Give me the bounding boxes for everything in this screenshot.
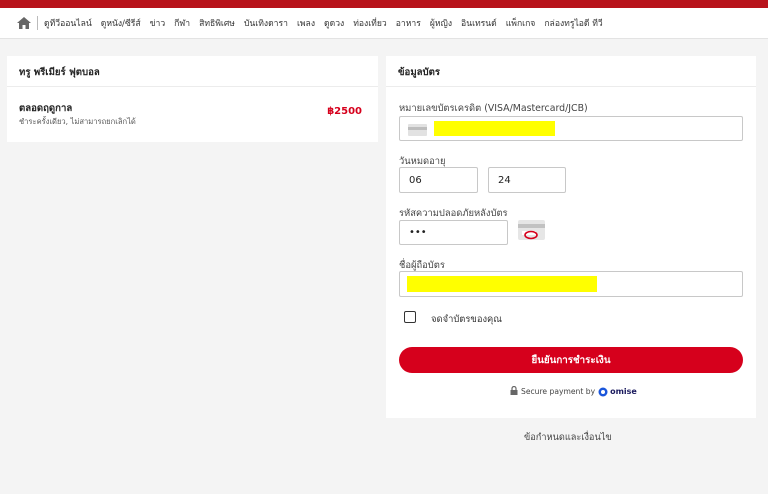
holder-field[interactable] bbox=[399, 271, 743, 297]
terms-link[interactable]: ข้อกำหนดและเงื่อนไข bbox=[524, 430, 612, 445]
nav-separator bbox=[37, 16, 38, 30]
nav-item-news[interactable]: ข่าว bbox=[150, 16, 166, 30]
secure-payment-text: Secure payment by bbox=[521, 387, 596, 396]
divider bbox=[7, 86, 378, 87]
cvv-field[interactable] bbox=[399, 220, 508, 245]
expiry-year-field[interactable] bbox=[488, 167, 566, 193]
nav-item-tv-online[interactable]: ดูทีวีออนไลน์ bbox=[44, 16, 92, 30]
expiry-month-field[interactable] bbox=[399, 167, 478, 193]
nav-item-intrend[interactable]: อินเทรนด์ bbox=[461, 16, 497, 30]
cvv-input[interactable] bbox=[409, 221, 495, 244]
home-icon[interactable] bbox=[17, 17, 31, 30]
card-back-cvv-icon bbox=[518, 220, 545, 242]
omise-icon bbox=[598, 387, 608, 396]
expiry-year-input[interactable] bbox=[498, 168, 559, 192]
plan-price: ฿2500 bbox=[327, 106, 362, 117]
nav-item-package[interactable]: แพ็กเกจ bbox=[506, 16, 536, 30]
nav-item-privileges[interactable]: สิทธิพิเศษ bbox=[199, 16, 235, 30]
nav-item-travel[interactable]: ท่องเที่ยว bbox=[353, 16, 387, 30]
omise-label: omise bbox=[610, 387, 637, 396]
top-header-strip bbox=[0, 0, 768, 8]
nav-item-women[interactable]: ผู้หญิง bbox=[430, 16, 452, 30]
credit-card-icon bbox=[408, 124, 427, 136]
card-number-field[interactable] bbox=[399, 116, 743, 141]
nav-items: ดูทีวีออนไลน์ ดูหนัง/ซีรีส์ ข่าว กีฬา สิ… bbox=[44, 16, 612, 30]
top-nav: ดูทีวีออนไลน์ ดูหนัง/ซีรีส์ ข่าว กีฬา สิ… bbox=[0, 8, 768, 39]
nav-item-horoscope[interactable]: ดูดวง bbox=[324, 16, 344, 30]
holder-input[interactable] bbox=[409, 272, 683, 296]
plan-panel: ทรู พรีเมียร์ ฟุตบอล ตลอดฤดูกาล ชำระครั้… bbox=[7, 56, 378, 142]
card-number-label: หมายเลขบัตรเครดิต (VISA/Mastercard/JCB) bbox=[399, 103, 588, 114]
omise-logo: omise bbox=[598, 387, 637, 397]
remember-card-checkbox[interactable] bbox=[404, 311, 416, 323]
plan-description: ชำระครั้งเดียว, ไม่สามารถยกเลิกได้ bbox=[19, 117, 136, 126]
expiry-month-input[interactable] bbox=[409, 168, 471, 192]
confirm-payment-button[interactable]: ยืนยันการชำระเงิน bbox=[399, 347, 743, 373]
plan-section-title: ทรู พรีเมียร์ ฟุตบอล bbox=[19, 67, 100, 78]
nav-item-sport[interactable]: กีฬา bbox=[174, 16, 190, 30]
lock-icon bbox=[510, 385, 518, 397]
card-section-title: ข้อมูลบัตร bbox=[398, 67, 440, 78]
nav-item-music[interactable]: เพลง bbox=[297, 16, 315, 30]
secure-payment-note: Secure payment by omise bbox=[510, 385, 637, 397]
card-number-input[interactable] bbox=[436, 117, 710, 140]
nav-item-food[interactable]: อาหาร bbox=[396, 16, 421, 30]
nav-item-entertainment[interactable]: บันเทิงดารา bbox=[244, 16, 288, 30]
divider bbox=[386, 86, 756, 87]
plan-name: ตลอดฤดูกาล bbox=[19, 103, 73, 114]
cvv-label: รหัสความปลอดภัยหลังบัตร bbox=[399, 208, 508, 219]
nav-item-trueid-box[interactable]: กล่องทรูไอดี ทีวี bbox=[544, 16, 602, 30]
nav-item-movies[interactable]: ดูหนัง/ซีรีส์ bbox=[101, 16, 141, 30]
remember-card-label: จดจำบัตรของคุณ bbox=[431, 314, 502, 325]
